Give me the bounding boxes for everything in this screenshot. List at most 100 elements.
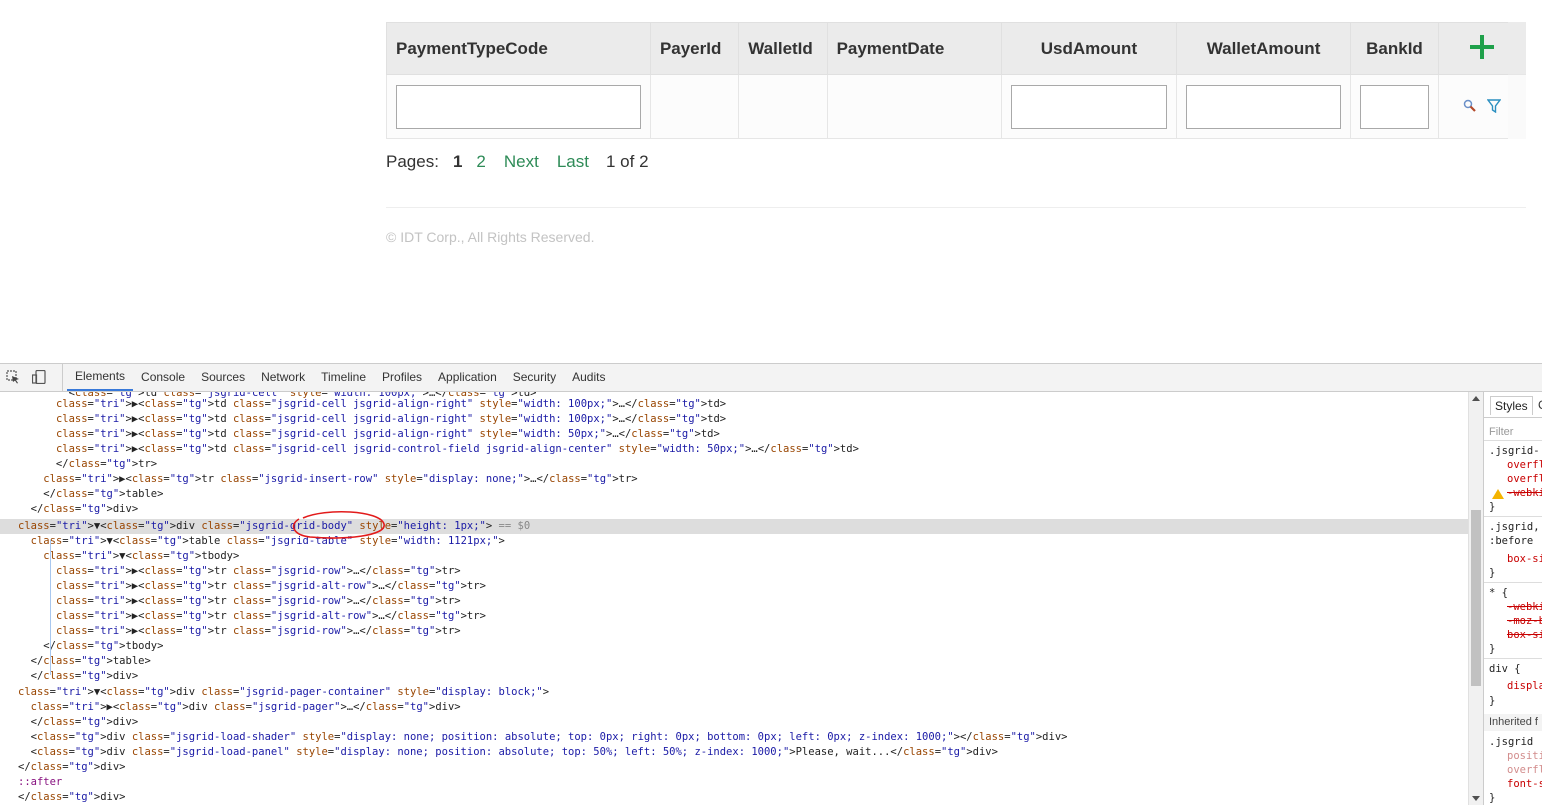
style-rule-selector: .jsgrid [1489,736,1534,748]
scroll-up-arrow-icon[interactable] [1472,396,1480,401]
filter-cell-payerid [649,74,740,139]
style-prop-overridden: -webki [1507,601,1542,613]
dom-node-line[interactable]: class="tri">▼<class="tg">table class="js… [0,534,1468,549]
dom-node-line[interactable]: </class="tg">table> [0,654,1468,669]
style-prop: overfl [1507,473,1542,485]
dom-node-line[interactable]: class="tri">▶<class="tg">tr class="jsgri… [0,609,1468,624]
styles-divider [1484,582,1542,583]
style-rule-close: } [1489,695,1496,707]
dom-node-line[interactable]: <class="tg">div class="jsgrid-load-shade… [0,730,1468,745]
inspect-icon[interactable] [6,370,20,384]
header-usdamount[interactable]: UsdAmount [1001,22,1177,75]
header-walletamount[interactable]: WalletAmount [1175,22,1352,75]
dom-node-line[interactable]: </class="tg">div> [0,669,1468,684]
filter-cell-walletamount [1175,74,1352,139]
dom-node-line[interactable]: <class="tg">div class="jsgrid-load-panel… [0,745,1468,760]
style-prop: displa [1507,680,1542,692]
dom-node-line[interactable]: class="tri">▶<class="tg">td class="jsgri… [0,397,1468,412]
tab-security[interactable]: Security [505,364,564,391]
scroll-down-arrow-icon[interactable] [1472,796,1480,801]
styles-divider [1484,516,1542,517]
style-rule-selector: :before [1489,535,1534,547]
filter-icon[interactable] [1486,99,1501,114]
style-rule-close: } [1489,501,1496,513]
device-icon[interactable] [32,370,46,384]
filter-cell-bankid [1350,74,1439,139]
style-rule-close: } [1489,567,1496,579]
dom-node-line[interactable]: class="tri">▶<class="tg">td class="jsgri… [0,442,1468,457]
grid-filter-row [386,74,1527,139]
dom-node-line[interactable]: class="tri">▶<class="tg">tr class="jsgri… [0,579,1468,594]
styles-filter-input[interactable]: Filter [1489,425,1513,439]
filter-paymenttypecode-input[interactable] [396,84,641,129]
tab-application[interactable]: Application [430,364,505,391]
style-prop-inherited: positi [1507,750,1542,762]
pager: Pages: 1 2 Next Last 1 of 2 [386,152,663,172]
header-walletid[interactable]: WalletId [738,22,828,75]
header-paymenttypecode[interactable]: PaymentTypeCode [386,22,651,75]
tab-console[interactable]: Console [133,364,193,391]
red-annotation-circle [292,510,385,539]
dom-node-line[interactable]: </class="tg">table> [0,487,1468,502]
dom-node-line[interactable]: class="tri">▼<class="tg">tbody> [0,549,1468,564]
inherited-from-header: Inherited f [1484,714,1542,731]
dom-node-line[interactable]: </class="tg">div> [0,790,1468,805]
style-rule-selector: .jsgrid- [1489,445,1540,457]
style-rule-selector: * { [1489,587,1508,599]
dom-node-line[interactable]: </class="tg">div> [0,502,1468,517]
dom-node-line[interactable]: </class="tg">tr> [0,457,1468,472]
filter-cell-paymentdate [826,74,1003,139]
dom-node-selected[interactable]: class="tri">▼<class="tg">div class="jsgr… [0,519,1468,534]
tab-timeline[interactable]: Timeline [313,364,374,391]
pager-last-link[interactable]: Last [557,152,589,172]
pager-info: 1 of 2 [605,152,649,171]
dom-node-line[interactable]: </class="tg">tbody> [0,639,1468,654]
header-payerid[interactable]: PayerId [649,22,740,75]
dom-node-line[interactable]: </class="tg">div> [0,760,1468,775]
computed-tab[interactable]: C [1536,396,1542,414]
style-prop-overridden: -moz-b [1507,615,1542,627]
dom-node-line[interactable]: class="tri">▶<class="tg">div class="jsgr… [0,700,1468,715]
tab-profiles[interactable]: Profiles [374,364,430,391]
filter-bankid-input[interactable] [1360,84,1429,129]
header-paymentdate[interactable]: PaymentDate [826,22,1003,75]
dom-node-line[interactable]: class="tri">▶<class="tg">tr class="jsgri… [0,624,1468,639]
dom-node-line[interactable]: class="tri">▶<class="tg">tr class="jsgri… [0,564,1468,579]
dom-node-line[interactable]: ::after [0,775,1468,790]
scroll-thumb[interactable] [1471,510,1481,686]
pager-next-link[interactable]: Next [504,152,539,172]
filter-cell-walletid [738,74,828,139]
styles-divider [1484,658,1542,659]
dom-node-line[interactable]: class="tri">▶<class="tg">tr class="jsgri… [0,594,1468,609]
dom-node-line[interactable]: class="tri">▶<class="tg">tr class="jsgri… [0,472,1468,487]
style-prop-overridden: -webki [1507,487,1542,499]
devtools-tabs: Elements Console Sources Network Timelin… [62,364,613,391]
dom-indent-guide [50,540,51,675]
style-rule-selector: div { [1489,663,1521,675]
tab-elements[interactable]: Elements [67,364,134,391]
dom-tree-scrollbar[interactable] [1468,392,1483,805]
style-rule-selector: .jsgrid, [1489,521,1540,533]
tab-sources[interactable]: Sources [193,364,253,391]
pager-label: Pages: [386,152,439,171]
styles-divider [1484,440,1542,441]
dom-node-line[interactable]: class="tri">▶<class="tg">td class="jsgri… [0,412,1468,427]
grid-header-row: PaymentTypeCode PayerId WalletId Payment… [386,22,1527,75]
style-prop-overridden: box-si [1507,629,1542,641]
tab-network[interactable]: Network [253,364,313,391]
header-bankid[interactable]: BankId [1350,22,1439,75]
grid-scroll-gutter-lower [1508,74,1526,139]
styles-tab[interactable]: Styles [1490,396,1533,415]
dom-node-line[interactable]: class="tri">▶<class="tg">td class="jsgri… [0,427,1468,442]
search-icon[interactable] [1463,99,1477,113]
filter-walletamount-input[interactable] [1185,84,1342,129]
style-prop-inherited: overfl [1507,764,1542,776]
styles-tabbar-line [1484,417,1542,418]
devtools-toolbar: Elements Console Sources Network Timelin… [0,364,1542,392]
filter-usdamount-input[interactable] [1011,84,1167,129]
pager-page-2-link[interactable]: 2 [476,152,485,172]
plus-icon[interactable] [1469,35,1494,59]
tab-audits[interactable]: Audits [564,364,613,391]
dom-node-line[interactable]: </class="tg">div> [0,715,1468,730]
dom-node-line[interactable]: class="tri">▼<class="tg">div class="jsgr… [0,685,1468,700]
